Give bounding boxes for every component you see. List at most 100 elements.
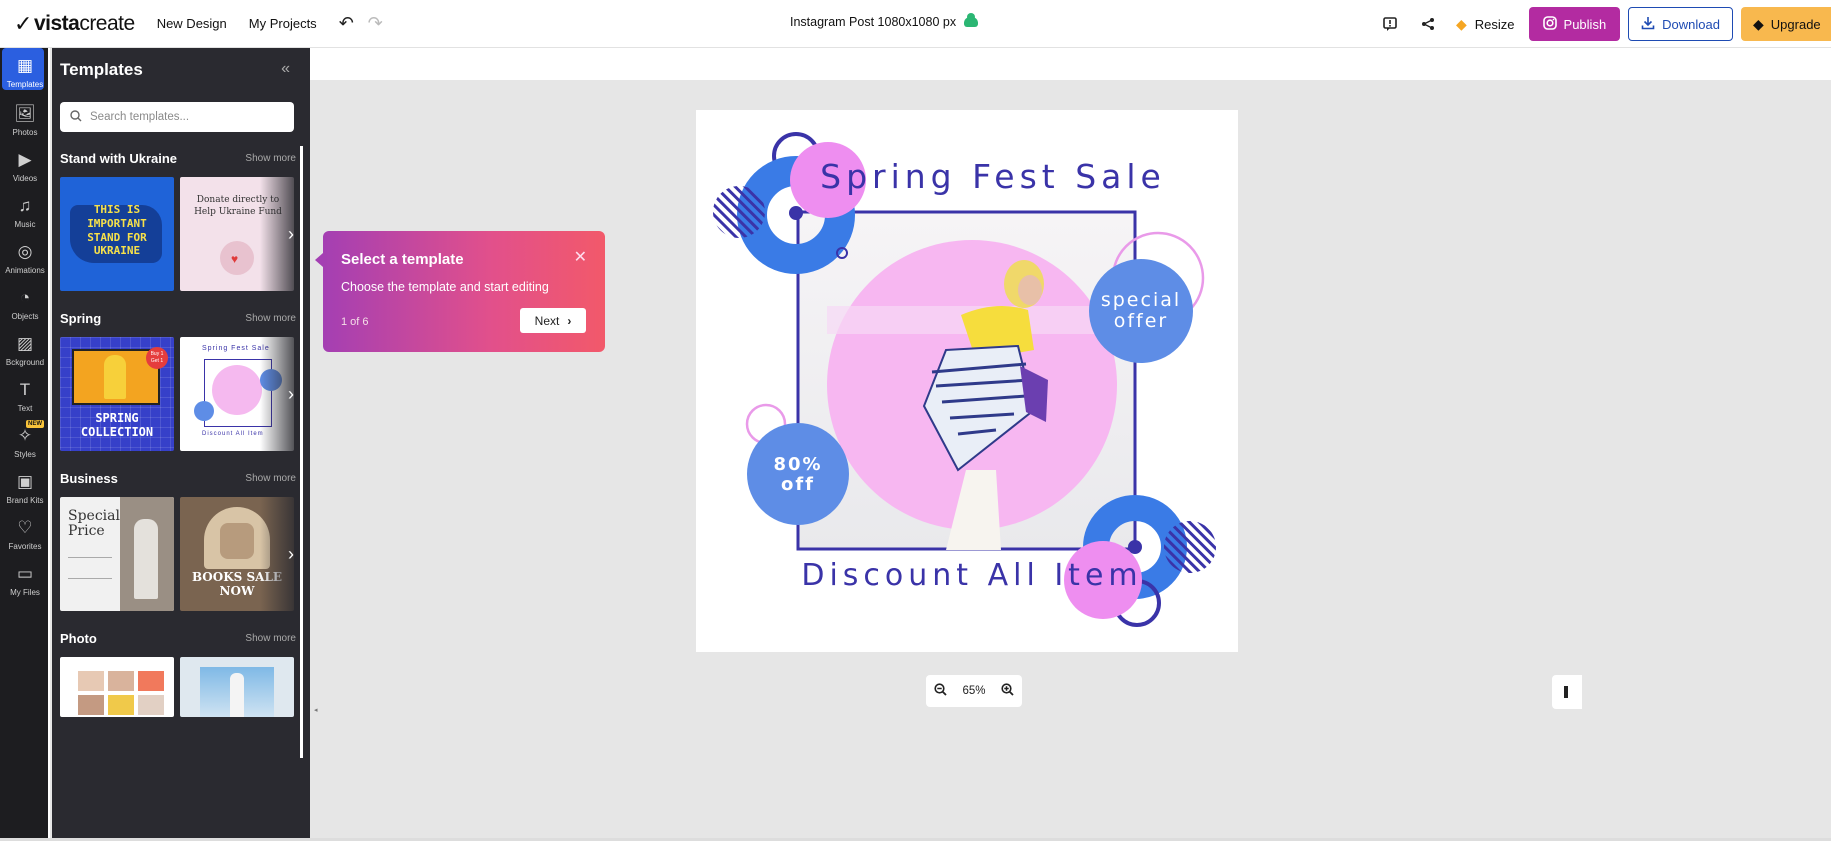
artboard-footer[interactable]: Discount All Item (696, 558, 1238, 593)
photo-tile (78, 695, 104, 715)
next-label: Next (534, 313, 560, 328)
scroll-right-arrow[interactable]: › (260, 337, 300, 451)
rail-label: Favorites (8, 542, 42, 551)
design-artboard[interactable]: Spring Fest Sale Discount All Item speci… (696, 110, 1238, 652)
template-thumbnail-text: Special Price (68, 508, 120, 540)
download-icon (1641, 16, 1655, 33)
templates-icon: ▦ (16, 56, 34, 75)
videos-icon: ▶ (18, 150, 32, 169)
artboard-title[interactable]: Spring Fest Sale (696, 157, 1238, 196)
upgrade-button[interactable]: ◆ Upgrade (1741, 7, 1831, 41)
template-thumbnail[interactable] (180, 657, 294, 717)
top-bar: ✓ vista create New Design My Projects ↶ ↷… (0, 0, 1831, 48)
search-icon (70, 109, 82, 125)
rail-item-my-files[interactable]: ▭ My Files (0, 558, 50, 604)
person-figure (230, 673, 244, 717)
person-figure (104, 355, 126, 399)
tooltip-title: Select a template (341, 251, 464, 268)
chevron-right-icon: › (567, 313, 572, 328)
dot (789, 206, 803, 220)
scroll-right-arrow[interactable]: › (260, 177, 300, 291)
cloud-saved-icon (964, 13, 979, 27)
share-icon[interactable] (1418, 14, 1438, 34)
feedback-icon[interactable] (1380, 14, 1400, 34)
rail-label: Videos (12, 174, 38, 183)
favorites-icon: ♡ (17, 518, 33, 537)
rail-item-objects[interactable]: ◔ Objects (0, 282, 50, 328)
canvas-horizontal-scrollbar[interactable]: ◂ (310, 703, 1831, 717)
right-panel-toggle[interactable] (1552, 675, 1582, 709)
download-button[interactable]: Download (1628, 7, 1733, 41)
show-more-link[interactable]: Show more (245, 473, 296, 484)
rail-item-favorites[interactable]: ♡ Favorites (0, 512, 50, 558)
rail-item-animations[interactable]: ◎ Animations (0, 236, 50, 282)
rail-item-background[interactable]: ▨ Bckground (0, 328, 50, 374)
template-thumbnail[interactable] (60, 657, 174, 717)
objects-icon: ◔ (19, 288, 31, 307)
template-thumbnail-subtext: Discount All Item (202, 431, 264, 437)
rail-item-text[interactable]: T Text (0, 374, 50, 420)
rail-label: Styles (14, 450, 36, 459)
vistacreate-logo[interactable]: ✓ vista create (14, 11, 135, 37)
template-thumbnail-text: SPRING COLLECTION (80, 411, 154, 440)
template-row: THIS IS IMPORTANT STAND FOR UKRAINE Dona… (60, 177, 300, 291)
logo-text-bold: vista (33, 11, 80, 35)
document-title[interactable]: Instagram Post 1080x1080 px (790, 13, 979, 29)
rail-item-photos[interactable]: 🖼 Photos (0, 98, 50, 144)
new-badge: NEW (26, 420, 44, 428)
search-input[interactable] (90, 111, 280, 123)
redo-icon[interactable]: ↷ (368, 13, 383, 34)
search-box[interactable] (60, 102, 294, 132)
person-figure (134, 519, 158, 599)
discount-text[interactable]: 80% off (747, 455, 849, 495)
zoom-in-icon[interactable] (1001, 683, 1014, 699)
my-files-icon: ▭ (16, 564, 34, 583)
template-thumbnail-text: THIS IS IMPORTANT STAND FOR UKRAINE (87, 203, 147, 258)
new-design-link[interactable]: New Design (157, 16, 227, 31)
template-row (60, 657, 300, 717)
rail-label: Music (14, 220, 36, 229)
template-thumbnail[interactable]: THIS IS IMPORTANT STAND FOR UKRAINE (60, 177, 174, 291)
photo-tile (138, 671, 164, 691)
zoom-level[interactable]: 65% (962, 685, 985, 697)
section-title: Business (60, 471, 118, 486)
rail-label: Templates (6, 80, 44, 89)
animations-icon: ◎ (17, 242, 33, 261)
special-offer-text[interactable]: special offer (1089, 290, 1193, 332)
section-title: Stand with Ukraine (60, 151, 178, 166)
top-actions: ◆ Resize Publish Download ◆ Upgrade (1380, 6, 1831, 42)
scroll-right-arrow[interactable]: › (260, 497, 300, 611)
my-projects-link[interactable]: My Projects (249, 16, 317, 31)
publish-label: Publish (1563, 16, 1607, 32)
rail-item-styles[interactable]: NEW ✧ Styles (0, 420, 50, 466)
rail-label: Bckground (5, 358, 45, 367)
template-thumbnail[interactable]: Special Price (60, 497, 174, 611)
canvas-top-strip (310, 48, 1831, 80)
undo-icon[interactable]: ↶ (339, 13, 354, 34)
section-stand-with-ukraine: Stand with Ukraine Show more (60, 151, 296, 166)
scroll-left-arrow-icon[interactable]: ◂ (314, 706, 318, 714)
rail-item-videos[interactable]: ▶ Videos (0, 144, 50, 190)
face (1018, 275, 1042, 305)
logo-text-light: create (79, 11, 135, 35)
collapse-panel-icon[interactable]: « (281, 60, 290, 78)
document-title-text: Instagram Post 1080x1080 px (790, 15, 957, 29)
show-more-link[interactable]: Show more (245, 633, 296, 644)
panel-scrollbar[interactable] (300, 146, 303, 758)
show-more-link[interactable]: Show more (245, 313, 296, 324)
show-more-link[interactable]: Show more (245, 153, 296, 164)
tooltip-step-counter: 1 of 6 (341, 316, 369, 328)
publish-button[interactable]: Publish (1528, 7, 1621, 41)
close-icon[interactable]: ✕ (574, 247, 587, 267)
rail-item-templates[interactable]: ▦ Templates (0, 48, 50, 98)
resize-button[interactable]: ◆ Resize (1456, 16, 1515, 33)
photo-tile (138, 695, 164, 715)
diamond-icon: ◆ (1753, 15, 1764, 32)
rail-item-brand-kits[interactable]: ▣ Brand Kits (0, 466, 50, 512)
next-button[interactable]: Next › (520, 308, 586, 333)
zoom-out-icon[interactable] (934, 683, 947, 699)
photo-tile (108, 671, 134, 691)
rail-item-music[interactable]: ♫ Music (0, 190, 50, 236)
photo-tile (78, 671, 104, 691)
template-thumbnail[interactable]: Buy 1 Get 1 SPRING COLLECTION (60, 337, 174, 451)
